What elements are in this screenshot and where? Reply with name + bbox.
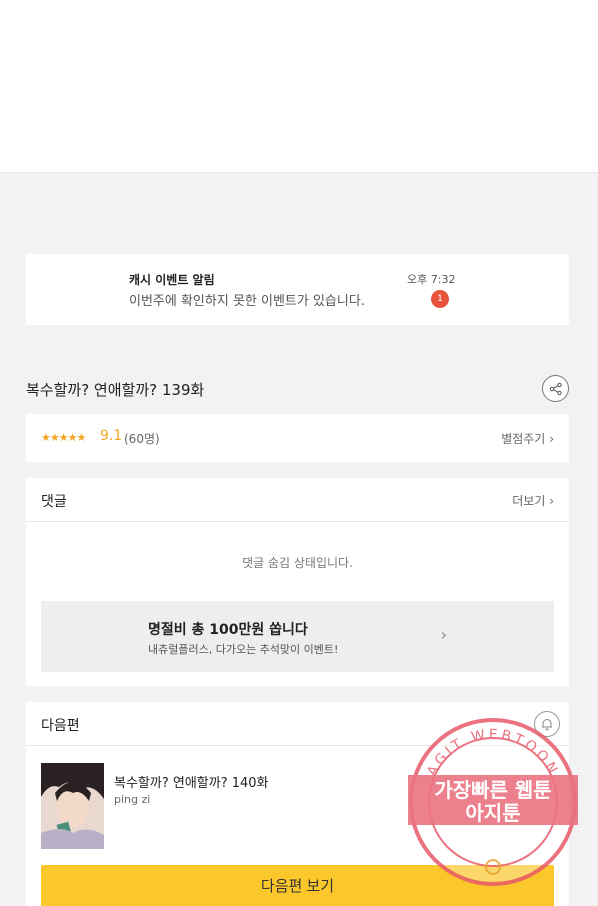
watermark-line1: 가장빠른 웹툰 bbox=[434, 778, 551, 802]
rating-count: (60명) bbox=[124, 432, 160, 446]
more-label: 더보기 bbox=[512, 494, 546, 508]
banner-subtitle: 내츄럴플러스, 다가오는 추석맞이 이벤트! bbox=[148, 643, 339, 656]
rating-score: 9.1 bbox=[100, 428, 123, 444]
chevron-right-icon: › bbox=[549, 432, 554, 446]
banner-title: 명절비 총 100만원 쏩니다 bbox=[148, 622, 308, 638]
share-button[interactable] bbox=[542, 375, 569, 402]
comments-section: 댓글 더보기 › 댓글 숨김 상태입니다. 명절비 총 100만원 쏩니다 내츄… bbox=[26, 478, 569, 686]
comments-header: 댓글 더보기 › bbox=[26, 478, 569, 522]
share-icon bbox=[549, 382, 562, 395]
comments-hidden-message: 댓글 숨김 상태입니다. bbox=[242, 556, 353, 570]
next-section-title: 다음편 bbox=[41, 718, 80, 734]
event-banner[interactable]: 명절비 총 100만원 쏩니다 내츄럴플러스, 다가오는 추석맞이 이벤트! › bbox=[41, 601, 554, 672]
rate-label: 별점주기 bbox=[501, 432, 546, 446]
chevron-right-icon: › bbox=[440, 625, 447, 644]
next-episode-thumbnail[interactable] bbox=[41, 763, 104, 849]
watermark-stamp: AGIT WEBTOON 가장빠른 웹툰 아지툰 bbox=[408, 718, 578, 886]
cash-event-notice[interactable]: 캐시 이벤트 알림 이번주에 확인하지 못한 이벤트가 있습니다. 오후 7:3… bbox=[26, 254, 569, 325]
rate-button[interactable]: 별점주기 › bbox=[501, 430, 554, 447]
next-episode-title[interactable]: 복수할까? 연애할까? 140화 bbox=[114, 772, 269, 791]
watermark-line2: 아지툰 bbox=[465, 801, 520, 825]
episode-title: 복수할까? 연애할까? 139화 bbox=[26, 381, 205, 399]
notice-time: 오후 7:32 bbox=[407, 273, 456, 286]
notice-title: 캐시 이벤트 알림 bbox=[129, 273, 215, 287]
notice-count-badge: 1 bbox=[431, 290, 449, 308]
star-rating-icon: ★★★★★ bbox=[41, 431, 86, 444]
next-episode-author: ping zi bbox=[114, 793, 151, 806]
comments-more-button[interactable]: 더보기 › bbox=[512, 492, 554, 509]
rating-card: ★★★★★ 9.1 (60명) 별점주기 › bbox=[26, 414, 569, 462]
notice-body: 이번주에 확인하지 못한 이벤트가 있습니다. bbox=[129, 294, 365, 309]
viewer-blank-area bbox=[0, 0, 598, 173]
comments-title: 댓글 bbox=[41, 494, 67, 510]
chevron-right-icon: › bbox=[549, 494, 554, 508]
